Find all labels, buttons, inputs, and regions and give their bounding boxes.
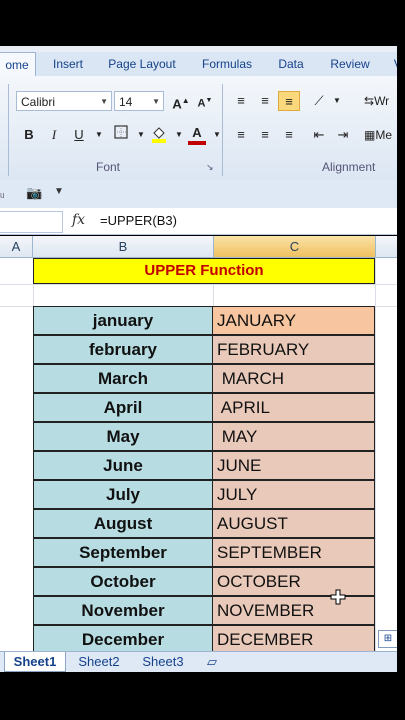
chevron-down-icon[interactable]: ▼ bbox=[326, 91, 348, 111]
fill-color-button[interactable] bbox=[148, 125, 170, 145]
align-center-button[interactable]: ≡ bbox=[254, 125, 276, 145]
upper-cell[interactable]: FEBRUARY bbox=[213, 335, 375, 364]
shrink-font-button[interactable]: A▼ bbox=[194, 91, 216, 111]
upper-cell[interactable]: JUNE bbox=[213, 451, 375, 480]
column-header-b[interactable]: B bbox=[33, 236, 214, 258]
tab-home[interactable]: ome bbox=[0, 52, 36, 77]
font-color-button[interactable]: A bbox=[186, 123, 208, 145]
month-cell[interactable]: November bbox=[33, 596, 213, 625]
month-cell[interactable]: february bbox=[33, 335, 213, 364]
align-top-button[interactable]: ≡ bbox=[230, 91, 252, 111]
italic-button[interactable]: I bbox=[43, 125, 65, 145]
upper-cell[interactable]: DECEMBER bbox=[213, 625, 375, 651]
chevron-down-icon[interactable]: ▼ bbox=[88, 125, 110, 145]
column-header-a[interactable]: A bbox=[0, 236, 33, 258]
chevron-down-icon[interactable]: ▼ bbox=[206, 125, 228, 145]
group-alignment-label: Alignment bbox=[322, 160, 376, 174]
font-color-swatch bbox=[188, 141, 206, 145]
gridline bbox=[375, 258, 376, 651]
month-cell[interactable]: April bbox=[33, 393, 213, 422]
column-header-c[interactable]: C bbox=[214, 236, 376, 258]
sheet-tab-2[interactable]: Sheet2 bbox=[70, 652, 128, 671]
fx-icon[interactable]: fx bbox=[72, 212, 85, 228]
month-cell[interactable]: May bbox=[33, 422, 213, 451]
bold-button[interactable]: B bbox=[18, 125, 40, 145]
font-name-value: Calibri bbox=[21, 95, 56, 109]
upper-cell[interactable]: JANUARY bbox=[213, 306, 375, 335]
upper-cell[interactable]: MARCH bbox=[213, 364, 375, 393]
month-cell[interactable]: March bbox=[33, 364, 213, 393]
month-cell[interactable]: October bbox=[33, 567, 213, 596]
underline-button[interactable]: U bbox=[68, 125, 90, 145]
gridline bbox=[0, 284, 405, 285]
tab-page-layout[interactable]: Page Layout bbox=[104, 52, 180, 76]
grow-font-button[interactable]: A▲ bbox=[170, 91, 192, 111]
increase-indent-button[interactable]: ⇥ bbox=[332, 125, 354, 145]
font-size-value: 14 bbox=[119, 95, 133, 109]
upper-cell[interactable]: MAY bbox=[213, 422, 375, 451]
font-color-glyph: A bbox=[192, 125, 202, 140]
tab-insert[interactable]: Insert bbox=[44, 52, 92, 76]
formula-bar: fx =UPPER(B3) bbox=[0, 208, 405, 235]
align-middle-button[interactable]: ≡ bbox=[254, 91, 276, 111]
upper-cell[interactable]: APRIL bbox=[213, 393, 375, 422]
upper-cell[interactable]: NOVEMBER bbox=[213, 596, 375, 625]
align-left-button[interactable]: ≡ bbox=[230, 125, 252, 145]
month-cell[interactable]: December bbox=[33, 625, 213, 651]
tab-data[interactable]: Data bbox=[272, 52, 310, 76]
quick-access-toolbar: ᵤ 📷 ▼ bbox=[0, 180, 405, 209]
upper-cell[interactable]: JULY bbox=[213, 480, 375, 509]
paste-options-icon[interactable]: ⊞ bbox=[378, 630, 398, 648]
sheet-tab-1[interactable]: Sheet1 bbox=[4, 652, 66, 672]
chevron-down-icon: ▼ bbox=[100, 97, 108, 106]
month-cell[interactable]: january bbox=[33, 306, 213, 335]
name-box[interactable] bbox=[0, 211, 63, 233]
month-cell[interactable]: September bbox=[33, 538, 213, 567]
chevron-down-icon: ▼ bbox=[152, 97, 160, 106]
month-cell[interactable]: August bbox=[33, 509, 213, 538]
borders-icon bbox=[114, 125, 128, 139]
month-cell[interactable]: June bbox=[33, 451, 213, 480]
align-bottom-button[interactable]: ≡ bbox=[278, 91, 300, 111]
month-cell[interactable]: July bbox=[33, 480, 213, 509]
excel-window: ome Insert Page Layout Formulas Data Rev… bbox=[0, 0, 405, 720]
tab-review[interactable]: Review bbox=[326, 52, 374, 76]
window-edge bbox=[397, 0, 405, 720]
paint-bucket-icon bbox=[152, 127, 166, 143]
qat-fragment: ᵤ bbox=[0, 186, 5, 200]
borders-button[interactable] bbox=[110, 125, 132, 145]
ribbon: Calibri ▼ 14 ▼ A▲ A▼ B I U ▼ ▼ ▼ A ▼ Fon… bbox=[0, 76, 405, 181]
cell-cursor-icon bbox=[330, 589, 346, 605]
sheet-tab-3[interactable]: Sheet3 bbox=[134, 652, 192, 671]
font-name-select[interactable]: Calibri ▼ bbox=[16, 91, 112, 111]
formula-input[interactable]: =UPPER(B3) bbox=[100, 213, 177, 228]
font-size-select[interactable]: 14 ▼ bbox=[114, 91, 164, 111]
insert-sheet-icon[interactable]: ▱ bbox=[200, 652, 224, 671]
upper-cell[interactable]: SEPTEMBER bbox=[213, 538, 375, 567]
tab-formulas[interactable]: Formulas bbox=[196, 52, 258, 76]
group-font-label: Font bbox=[96, 160, 121, 174]
title-cell[interactable]: UPPER Function bbox=[33, 258, 375, 284]
customize-qat-icon[interactable]: ▼ bbox=[54, 186, 64, 197]
sheet-tab-bar: Sheet1 Sheet2 Sheet3 ▱ bbox=[0, 651, 405, 672]
upper-cell[interactable]: AUGUST bbox=[213, 509, 375, 538]
camera-icon[interactable]: 📷 bbox=[26, 185, 42, 201]
dialog-launcher-icon[interactable]: ↘ bbox=[206, 162, 214, 173]
align-right-button[interactable]: ≡ bbox=[278, 125, 300, 145]
ribbon-tabs: ome Insert Page Layout Formulas Data Rev… bbox=[0, 52, 405, 77]
decrease-indent-button[interactable]: ⇤ bbox=[308, 125, 330, 145]
group-divider bbox=[8, 84, 9, 176]
group-divider bbox=[222, 84, 223, 176]
upper-cell[interactable]: OCTOBER bbox=[213, 567, 375, 596]
